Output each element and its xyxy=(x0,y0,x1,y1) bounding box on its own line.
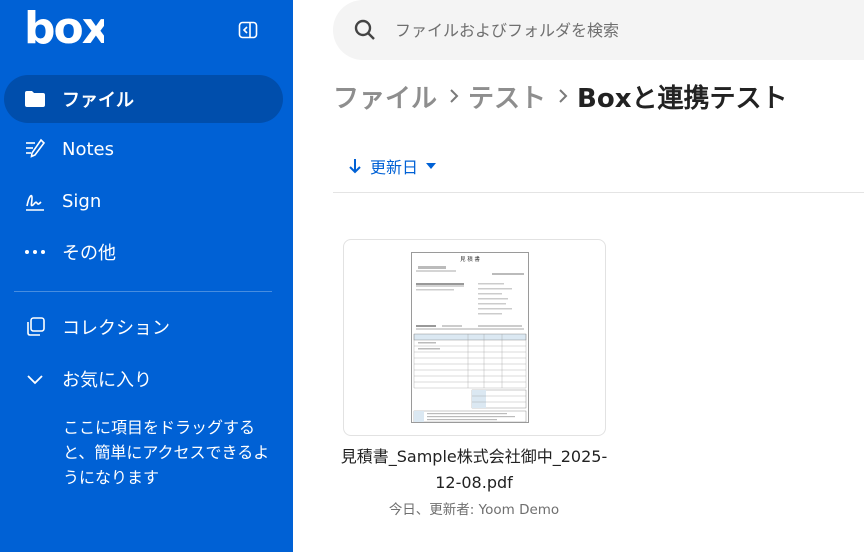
chevron-right-icon xyxy=(552,85,574,107)
search-bar xyxy=(333,0,864,60)
svg-text:見 積 書: 見 積 書 xyxy=(460,255,480,263)
sort-button[interactable]: 更新日 xyxy=(347,154,437,178)
sidebar-collapse-icon[interactable] xyxy=(237,19,259,41)
chevron-down-icon xyxy=(24,368,46,390)
collections-icon xyxy=(24,316,46,338)
sidebar-divider xyxy=(14,291,272,292)
box-logo[interactable]: box xyxy=(24,6,104,46)
sidebar-item-files[interactable]: ファイル xyxy=(4,75,283,123)
caret-down-icon xyxy=(426,163,437,169)
sidebar-item-label: Notes xyxy=(62,138,114,160)
favorites-hint: ここに項目をドラッグすると、簡単にアクセスできるようになります xyxy=(63,418,270,487)
sidebar-item-label: Sign xyxy=(62,190,102,212)
breadcrumb-item-test[interactable]: テスト xyxy=(468,78,546,115)
sidebar-item-collections[interactable]: コレクション xyxy=(4,303,283,351)
sidebar-item-favorites[interactable]: お気に入り xyxy=(4,355,283,403)
arrow-down-icon xyxy=(349,159,361,174)
sidebar-item-label: コレクション xyxy=(62,318,170,339)
file-meta: 今日、更新者: Yoom Demo xyxy=(388,502,560,518)
sidebar-item-label: その他 xyxy=(62,243,116,264)
sidebar-item-label: お気に入り xyxy=(62,370,152,391)
sidebar-item-notes[interactable]: Notes xyxy=(4,125,283,173)
file-thumbnail-card[interactable]: 見 積 書 xyxy=(343,239,606,436)
sidebar: box ファイル Notes Sign その他 コレクション お気に入り ここに… xyxy=(0,0,293,552)
notes-icon xyxy=(24,138,46,160)
sign-icon xyxy=(24,190,46,212)
breadcrumb-current-folder: Boxと連携テスト xyxy=(577,83,788,114)
document-preview-icon: 見 積 書 xyxy=(413,255,527,422)
sidebar-item-label: ファイル xyxy=(62,90,134,111)
folder-icon xyxy=(24,88,46,110)
more-icon xyxy=(24,241,46,263)
file-name[interactable]: 見積書_Sample株式会社御中_2025-12-08.pdf xyxy=(332,444,616,496)
sidebar-item-sign[interactable]: Sign xyxy=(4,177,283,225)
content-divider xyxy=(333,192,864,193)
sort-label: 更新日 xyxy=(370,158,419,177)
search-input[interactable] xyxy=(393,14,837,46)
pdf-preview: 見 積 書 xyxy=(411,252,529,423)
svg-text:box: box xyxy=(24,6,104,46)
chevron-right-icon xyxy=(443,85,465,107)
sidebar-item-more[interactable]: その他 xyxy=(4,228,283,276)
breadcrumb-item-files[interactable]: ファイル xyxy=(333,78,437,115)
breadcrumb: ファイル テスト Boxと連携テスト xyxy=(333,78,787,114)
search-icon xyxy=(354,19,375,40)
